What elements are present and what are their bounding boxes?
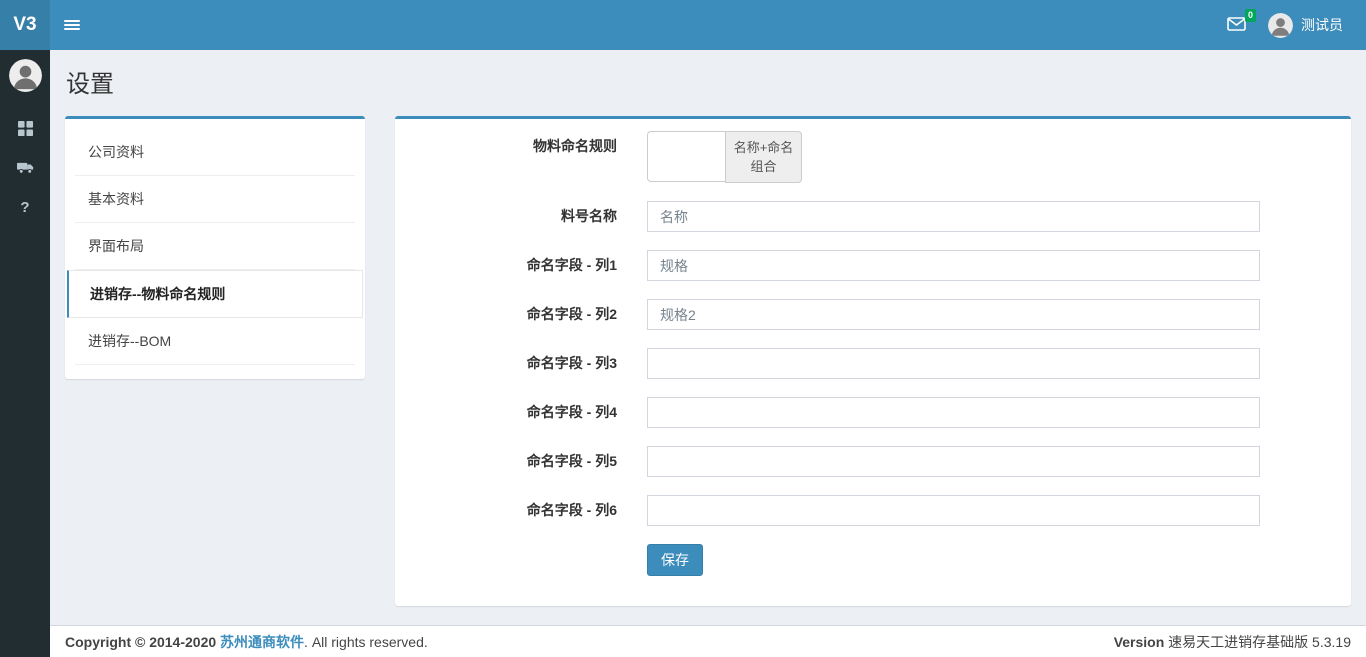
save-row: 保存 [647,544,1351,576]
sidebar-item-dashboard[interactable] [0,110,50,149]
form-row-naming-field-1: 命名字段 - 列1 [395,250,1351,281]
part-name-input[interactable] [647,201,1260,232]
truck-icon [17,161,34,177]
naming-field-4-input[interactable] [647,397,1260,428]
messages-menu[interactable]: 0 [1213,0,1260,50]
main-sidebar: ? [0,50,50,657]
form-row-part-name: 料号名称 [395,201,1351,232]
menu-item-ui-layout[interactable]: 界面布局 [75,223,355,270]
naming-field-6-input[interactable] [647,495,1260,526]
footer-copyright-prefix: Copyright © 2014-2020 [65,634,216,650]
page-title: 设置 [66,64,1351,99]
grid-icon [18,121,33,139]
naming-rule-label: 物料命名规则 [395,131,647,183]
naming-rule-control: 名称+命名组合 [647,131,1260,183]
naming-rule-addon-line1: 名称+命名 [734,140,794,155]
settings-menu-panel: 公司资料 基本资料 界面布局 进销存--物料命名规则 进销存--BOM [65,116,365,379]
naming-field-3-input[interactable] [647,348,1260,379]
naming-rule-addon: 名称+命名组合 [725,131,802,183]
user-avatar [1268,13,1293,38]
form-row-naming-field-4: 命名字段 - 列4 [395,397,1351,428]
menu-item-basic-info[interactable]: 基本资料 [75,176,355,223]
user-menu[interactable]: 测试员 [1260,0,1351,50]
menu-item-bom[interactable]: 进销存--BOM [75,318,355,365]
envelope-icon [1227,17,1246,34]
naming-field-1-label: 命名字段 - 列1 [395,250,647,281]
form-row-naming-field-6: 命名字段 - 列6 [395,495,1351,526]
form-row-naming-field-5: 命名字段 - 列5 [395,446,1351,477]
user-name: 测试员 [1301,15,1343,35]
naming-rule-addon-line2: 组合 [750,159,776,174]
footer-version-text: 速易天工进销存基础版 5.3.19 [1168,634,1351,650]
naming-rule-form: 物料命名规则 名称+命名组合 料号名称 命名字段 - 列1 [395,119,1351,606]
naming-field-1-input[interactable] [647,250,1260,281]
main-footer: Copyright © 2014-2020 苏州通商软件. All rights… [50,625,1366,657]
sidebar-item-help[interactable]: ? [0,188,50,227]
naming-field-5-input[interactable] [647,446,1260,477]
settings-form-panel: 物料命名规则 名称+命名组合 料号名称 命名字段 - 列1 [395,116,1351,606]
save-button[interactable]: 保存 [647,544,703,576]
sidebar-toggle-button[interactable] [50,0,94,50]
content-wrapper: 设置 公司资料 基本资料 界面布局 进销存--物料命名规则 进销存--BOM 物… [50,50,1366,625]
form-row-naming-field-2: 命名字段 - 列2 [395,299,1351,330]
naming-rule-input[interactable] [647,131,725,182]
part-name-label: 料号名称 [395,201,647,232]
naming-field-2-input[interactable] [647,299,1260,330]
naming-field-3-label: 命名字段 - 列3 [395,348,647,379]
naming-field-5-label: 命名字段 - 列5 [395,446,647,477]
messages-badge: 0 [1245,9,1256,22]
help-icon: ? [20,199,29,216]
footer-company-link[interactable]: 苏州通商软件 [220,634,304,650]
hamburger-icon [64,18,80,32]
footer-copyright: Copyright © 2014-2020 苏州通商软件. All rights… [65,632,428,652]
menu-item-company-info[interactable]: 公司资料 [75,129,355,176]
naming-rule-input-group: 名称+命名组合 [647,131,802,183]
settings-menu-list: 公司资料 基本资料 界面布局 进销存--物料命名规则 进销存--BOM [65,119,365,379]
naming-field-2-label: 命名字段 - 列2 [395,299,647,330]
footer-version-label: Version [1114,634,1165,650]
top-navbar: 0 测试员 [50,0,1366,50]
sidebar-item-logistics[interactable] [0,149,50,188]
sidebar-user-avatar[interactable] [9,59,42,92]
footer-version: Version 速易天工进销存基础版 5.3.19 [1114,632,1351,652]
form-row-naming-field-3: 命名字段 - 列3 [395,348,1351,379]
app-logo-text: V3 [13,14,36,36]
naming-field-6-label: 命名字段 - 列6 [395,495,647,526]
app-logo[interactable]: V3 [0,0,50,50]
form-row-naming-rule: 物料命名规则 名称+命名组合 [395,131,1351,183]
main-header: V3 0 [0,0,1366,50]
navbar-right: 0 测试员 [1213,0,1366,50]
menu-item-material-naming-rule[interactable]: 进销存--物料命名规则 [67,270,363,318]
naming-field-4-label: 命名字段 - 列4 [395,397,647,428]
footer-copyright-suffix: . All rights reserved. [304,634,428,650]
